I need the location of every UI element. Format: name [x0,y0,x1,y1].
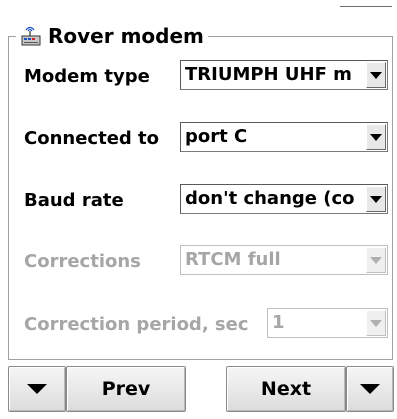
correction-period-dropdown-button [366,310,386,336]
modem-type-dropdown-button[interactable] [366,62,386,88]
corrections-value: RTCM full [185,249,281,270]
connected-to-dropdown-button[interactable] [366,124,386,150]
group-title: Rover modem [16,20,208,52]
baud-rate-label: Baud rate [24,190,124,211]
corrections-select: RTCM full [180,245,388,275]
chevron-down-icon [370,71,382,79]
next-button[interactable]: Next [226,366,346,412]
prev-button[interactable]: Prev [66,366,186,412]
left-menu-button[interactable] [8,366,66,412]
connected-to-select[interactable]: port C [180,122,388,152]
chevron-down-icon [370,133,382,141]
chevron-down-icon [370,256,382,264]
corrections-label: Corrections [24,251,141,272]
group-title-text: Rover modem [48,24,204,48]
modem-type-label: Modem type [24,66,150,87]
triangle-down-icon [360,384,380,394]
correction-period-select: 1 [267,308,388,338]
rover-modem-screen: Rover modem Modem type TRIUMPH UHF m Con… [0,0,397,419]
baud-rate-select[interactable]: don't change (co [180,184,388,214]
right-menu-button[interactable] [346,366,394,412]
top-divider [340,6,392,7]
modem-icon [21,26,41,46]
modem-type-value: TRIUMPH UHF m [185,64,352,85]
connected-to-value: port C [185,126,248,147]
corrections-dropdown-button [366,247,386,273]
triangle-down-icon [27,384,47,394]
correction-period-label: Correction period, sec [24,314,249,335]
chevron-down-icon [370,319,382,327]
modem-type-select[interactable]: TRIUMPH UHF m [180,60,388,90]
baud-rate-value: don't change (co [185,188,355,209]
connected-to-label: Connected to [24,128,160,149]
baud-rate-dropdown-button[interactable] [366,186,386,212]
correction-period-value: 1 [272,312,285,333]
chevron-down-icon [370,195,382,203]
